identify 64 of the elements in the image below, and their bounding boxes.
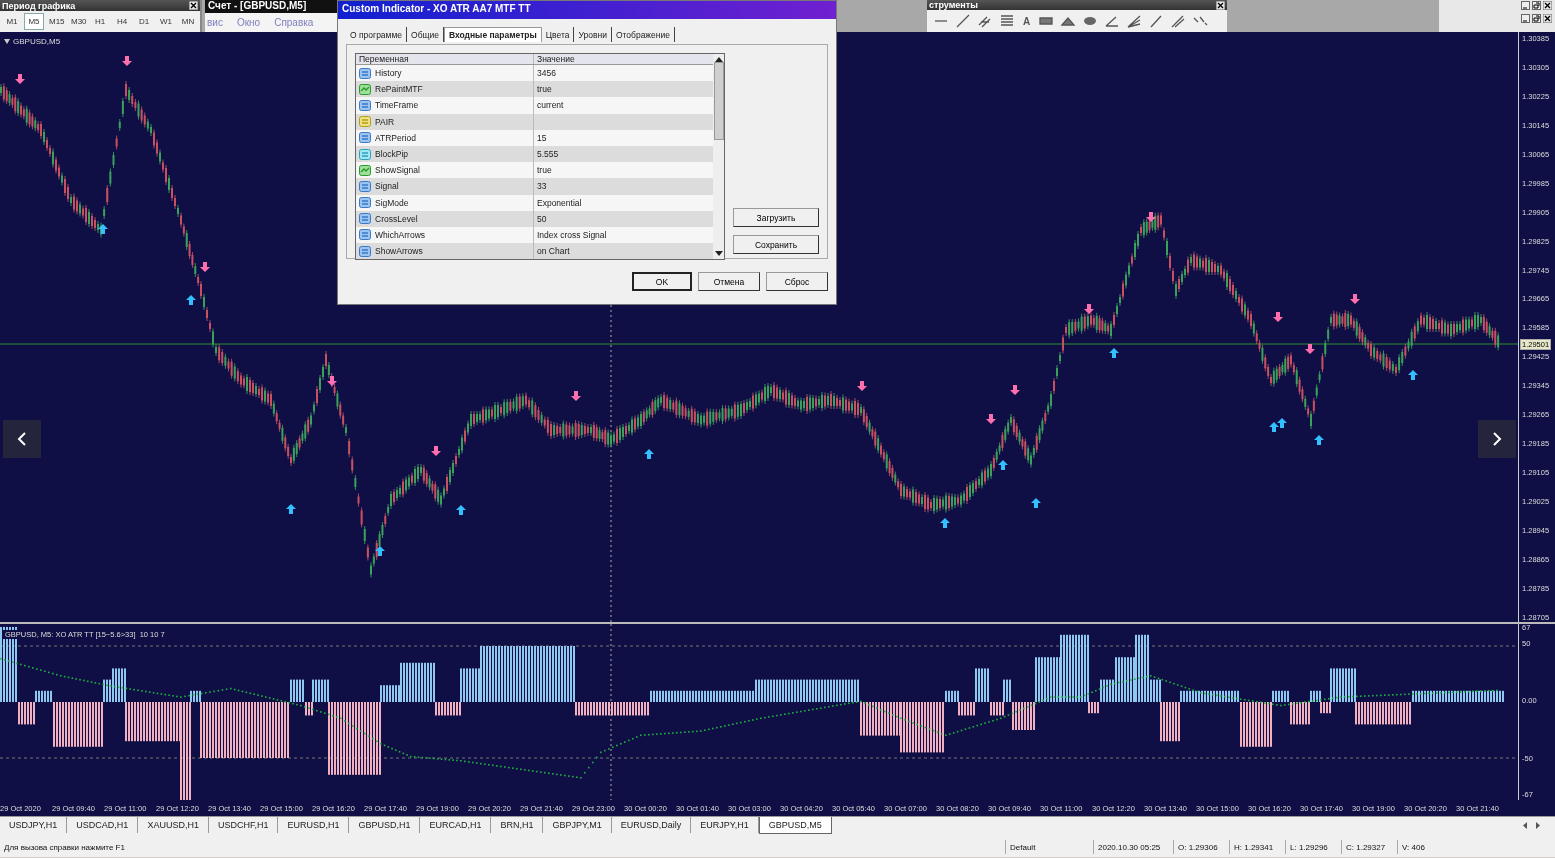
status-field: 2020.10.30 05:25	[1093, 840, 1173, 854]
menu-item[interactable]: Окно	[236, 17, 261, 28]
parameter-name: CrossLevel	[375, 213, 418, 224]
parameter-name: WhichArrows	[375, 229, 426, 240]
dialog-button[interactable]: Сброс	[766, 272, 828, 291]
menu-item[interactable]: Справка	[274, 17, 314, 28]
parameter-name: History	[375, 68, 402, 79]
table-row[interactable]: RePaintMTF true	[356, 81, 714, 98]
dialog-tab[interactable]: Уровни	[574, 27, 612, 42]
parameter-name: ATRPeriod	[375, 132, 416, 143]
dialog-tab[interactable]: Входные параметры	[443, 27, 542, 42]
parameter-value: true	[537, 165, 552, 176]
parameter-value: 3456	[537, 68, 556, 79]
timeframe-button[interactable]: D1	[134, 13, 154, 30]
status-field: Default	[1005, 840, 1093, 854]
timeframe-button[interactable]: W1	[156, 13, 176, 30]
status-field: V: 406	[1397, 840, 1439, 854]
status-field: O: 1.29306	[1173, 840, 1229, 854]
parameter-name: TimeFrame	[375, 100, 419, 111]
timeframe-button[interactable]: MN	[178, 13, 198, 30]
dialog-tab[interactable]: Отображение	[611, 27, 675, 42]
status-field: H: 1.29341	[1229, 840, 1285, 854]
parameter-value: Index cross Signal	[537, 229, 607, 240]
parameter-value: Exponential	[537, 197, 582, 208]
dialog-title-bar: Custom Indicator - XO ATR AA7 MTF TT	[338, 1, 836, 19]
parameter-value: current	[537, 100, 564, 111]
panel-title: струменты	[929, 0, 978, 10]
chart-tab[interactable]: GBPUSD,M5	[758, 817, 832, 834]
parameter-value: 5.555	[537, 149, 559, 160]
parameter-value: true	[537, 84, 552, 95]
timeframe-button[interactable]: H1	[90, 13, 110, 30]
chart-label: GBPUSD,M5	[13, 37, 61, 46]
timeframe-button[interactable]: M15	[46, 13, 66, 30]
parameter-name: PAIR	[375, 116, 395, 127]
dialog-button[interactable]: Отмена	[698, 272, 760, 291]
dialog-tab[interactable]: О программе	[346, 27, 407, 42]
status-field: C: 1.29327	[1341, 840, 1397, 854]
status-text: Для вызова справки нажмите F1	[3, 841, 126, 854]
timeframe-button[interactable]: M1	[2, 13, 22, 30]
parameter-name: ShowArrows	[375, 246, 423, 257]
panel-title: Период графика	[2, 0, 76, 11]
table-row[interactable]: Signal 33	[356, 178, 714, 195]
dialog-button[interactable]: OK	[632, 272, 692, 291]
dialog-tab[interactable]: Общие	[407, 27, 444, 42]
table-row[interactable]: ShowArrows on Chart	[356, 243, 714, 260]
parameter-value: 50	[537, 213, 547, 224]
column-header: Значение	[536, 54, 575, 64]
dialog-button[interactable]: Сохранить	[733, 235, 819, 254]
parameter-name: SigMode	[375, 197, 409, 208]
timeframe-button[interactable]: H4	[112, 13, 132, 30]
parameter-value: on Chart	[537, 246, 570, 257]
dialog-button[interactable]: Загрузить	[733, 208, 819, 227]
timeframe-button[interactable]: M30	[68, 13, 88, 30]
column-header: Переменная	[356, 54, 534, 64]
parameter-name: BlockPip	[375, 149, 409, 160]
timeframe-button[interactable]: M5	[24, 13, 44, 30]
status-field: L: 1.29296	[1285, 840, 1341, 854]
parameter-value: 33	[537, 181, 547, 192]
parameter-name: Signal	[375, 181, 399, 192]
dialog-tab[interactable]: Цвета	[541, 27, 575, 42]
text-tool-button[interactable]: A	[1021, 15, 1033, 27]
parameter-value: 15	[537, 132, 547, 143]
parameter-name: RePaintMTF	[375, 84, 423, 95]
parameter-name: ShowSignal	[375, 165, 420, 176]
